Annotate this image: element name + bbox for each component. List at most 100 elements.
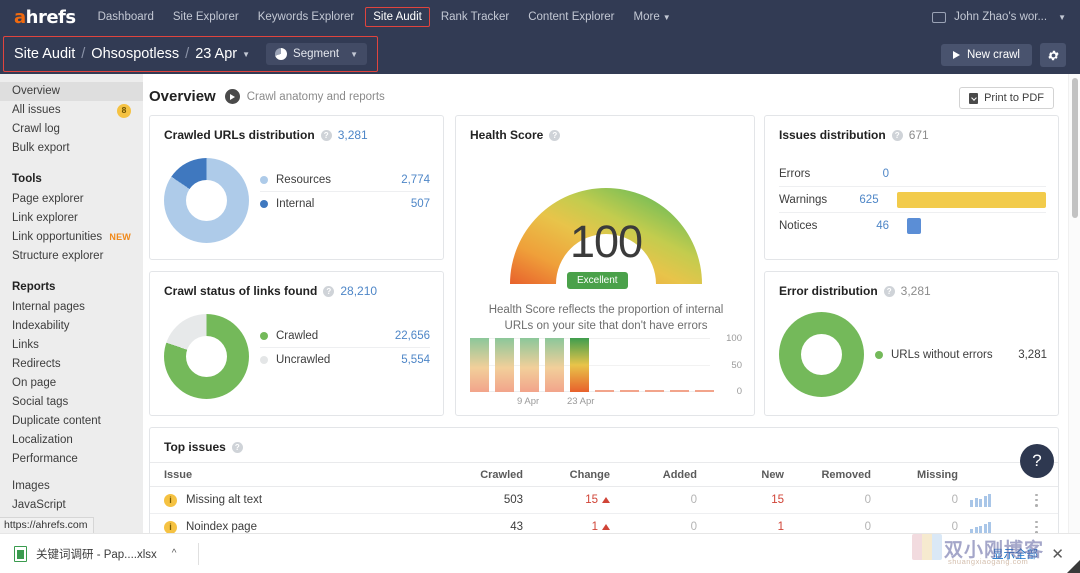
nav-item-more[interactable]: More ▼	[626, 7, 679, 27]
sidebar-item-link-opportunities[interactable]: Link opportunities NEW	[0, 228, 143, 247]
card-top-issues: Top issues ? Issue Crawled Change Added …	[149, 427, 1059, 533]
sidebar-item-duplicate-content[interactable]: Duplicate content	[0, 412, 143, 431]
sidebar-item-localization[interactable]: Localization	[0, 431, 143, 450]
sidebar-item-images[interactable]: Images	[0, 477, 143, 496]
legend-dot-urls-without-errors	[875, 351, 883, 359]
card-crawl-status: Crawl status of links found ? 28,210 Cra…	[149, 271, 444, 416]
crawl-status-title: Crawl status of links found	[164, 284, 318, 298]
nav-item-rank-tracker[interactable]: Rank Tracker	[433, 7, 517, 27]
legend-item-crawled[interactable]: Crawled 22,656	[260, 324, 430, 348]
top-issues-title-row: Top issues ?	[164, 440, 243, 454]
sidebar-item-overview[interactable]: Overview	[0, 82, 143, 101]
sidebar-item-bulk-export[interactable]: Bulk export	[0, 139, 143, 158]
health-score-description: Health Score reflects the proportion of …	[488, 304, 724, 332]
sidebar-item-crawl-log-label: Crawl log	[12, 123, 60, 135]
new-crawl-button[interactable]: New crawl	[940, 44, 1032, 66]
legend-value-resources: 2,774	[401, 173, 430, 186]
download-item[interactable]: 关键词调研 - Pap....xlsx ^	[14, 545, 177, 562]
issues-row-notices[interactable]: Notices 46	[779, 213, 1046, 239]
sidebar-item-social-tags-label: Social tags	[12, 396, 69, 408]
column-header-removed[interactable]: Removed	[784, 469, 871, 481]
legend-item-uncrawled[interactable]: Uncrawled 5,554	[260, 348, 430, 372]
help-question-icon[interactable]: ?	[891, 129, 903, 141]
sidebar-item-indexability-label: Indexability	[12, 320, 70, 332]
sidebar-item-all-issues[interactable]: All issues 8	[0, 101, 143, 120]
settings-button[interactable]	[1040, 43, 1066, 67]
sidebar-item-redirects[interactable]: Redirects	[0, 355, 143, 374]
pdf-download-icon	[969, 92, 979, 104]
sidebar-heading-reports: Reports	[12, 281, 56, 293]
column-header-added[interactable]: Added	[610, 469, 697, 481]
row-issue-cell: i Noindex page	[150, 520, 438, 533]
column-header-issue[interactable]: Issue	[150, 469, 438, 481]
help-question-icon[interactable]: ?	[883, 285, 895, 297]
row-issue-cell: i Missing alt text	[150, 493, 438, 507]
show-all-downloads-button[interactable]: 显示全部	[992, 546, 1038, 562]
column-header-change[interactable]: Change	[523, 469, 610, 481]
monitor-icon[interactable]	[932, 11, 947, 23]
column-header-new[interactable]: New	[697, 469, 784, 481]
play-video-icon[interactable]	[224, 89, 240, 104]
breadcrumb-root[interactable]: Site Audit	[14, 46, 75, 62]
breadcrumb-project[interactable]: Ohsospotless	[91, 46, 179, 62]
row-more-options-icon[interactable]	[1035, 493, 1038, 507]
vertical-scrollbar[interactable]	[1068, 74, 1080, 533]
table-row[interactable]: i Missing alt text 503 15 0 15 0 0	[150, 487, 1058, 514]
health-chart-ytick-50: 50	[731, 360, 742, 371]
sidebar-item-crawl-log[interactable]: Crawl log	[0, 120, 143, 139]
sidebar: Overview All issues 8 Crawl log Bulk exp…	[0, 74, 143, 533]
nav-item-content-explorer[interactable]: Content Explorer	[520, 7, 622, 27]
sidebar-item-social-tags[interactable]: Social tags	[0, 393, 143, 412]
print-to-pdf-button[interactable]: Print to PDF	[959, 87, 1054, 109]
ahrefs-logo[interactable]: ahrefs	[14, 7, 76, 28]
breadcrumb-date-chevron-down-icon[interactable]: ▼	[242, 50, 250, 59]
breadcrumb-date[interactable]: 23 Apr	[195, 46, 237, 62]
nav-item-site-audit[interactable]: Site Audit	[365, 7, 430, 27]
sidebar-item-page-explorer[interactable]: Page explorer	[0, 190, 143, 209]
table-row[interactable]: i Noindex page 43 1 0 1 0 0	[150, 514, 1058, 533]
segment-button[interactable]: Segment ▼	[266, 43, 367, 65]
sidebar-item-links[interactable]: Links	[0, 336, 143, 355]
column-header-crawled[interactable]: Crawled	[438, 469, 523, 481]
health-score-history-chart: 100 50 0 9 Apr 23 Apr	[470, 333, 742, 407]
issues-bar-warnings	[896, 191, 1046, 208]
legend-item-resources[interactable]: Resources 2,774	[260, 168, 430, 192]
sidebar-item-internal-pages[interactable]: Internal pages	[0, 298, 143, 317]
sidebar-item-structure-explorer[interactable]: Structure explorer	[0, 247, 143, 266]
legend-item-internal[interactable]: Internal 507	[260, 192, 430, 216]
help-question-icon[interactable]: ?	[231, 441, 243, 453]
sidebar-item-link-explorer[interactable]: Link explorer	[0, 209, 143, 228]
workspace-label[interactable]: John Zhao's wor...	[954, 11, 1047, 23]
nav-item-dashboard[interactable]: Dashboard	[90, 7, 162, 27]
row-crawled-value: 503	[503, 494, 523, 506]
row-crawled-value: 43	[510, 521, 523, 533]
help-question-icon[interactable]: ?	[323, 285, 335, 297]
row-more-options-icon[interactable]	[1035, 520, 1038, 533]
sidebar-item-javascript[interactable]: JavaScript	[0, 496, 143, 515]
close-download-bar-button[interactable]: ✕	[1051, 545, 1064, 563]
legend-item-urls-without-errors[interactable]: URLs without errors 3,281	[875, 343, 1047, 367]
help-question-icon[interactable]: ?	[320, 129, 332, 141]
crawl-status-title-row: Crawl status of links found ? 28,210	[164, 284, 377, 298]
sidebar-item-indexability[interactable]: Indexability	[0, 317, 143, 336]
chevron-up-icon[interactable]: ^	[172, 548, 177, 559]
column-header-missing[interactable]: Missing	[871, 469, 958, 481]
sidebar-item-performance[interactable]: Performance	[0, 450, 143, 469]
help-question-icon[interactable]: ?	[549, 129, 561, 141]
warning-icon: i	[164, 493, 177, 507]
sidebar-item-on-page[interactable]: On page	[0, 374, 143, 393]
scrollbar-thumb[interactable]	[1072, 78, 1078, 218]
nav-item-keywords-explorer[interactable]: Keywords Explorer	[250, 7, 363, 27]
issues-row-errors[interactable]: Errors 0	[779, 161, 1046, 187]
row-change-cell: 1	[523, 521, 610, 533]
workspace-chevron-down-icon[interactable]: ▼	[1058, 13, 1066, 22]
issues-row-warnings[interactable]: Warnings 625	[779, 187, 1046, 213]
sidebar-item-overview-label: Overview	[12, 85, 60, 97]
legend-label-crawled: Crawled	[276, 329, 319, 342]
all-issues-badge: 8	[117, 103, 131, 118]
nav-item-site-explorer[interactable]: Site Explorer	[165, 7, 247, 27]
help-button[interactable]: ?	[1020, 444, 1054, 478]
legend-value-crawled: 22,656	[394, 329, 430, 342]
issues-value-warnings: 625	[859, 193, 879, 206]
table-header-row: Issue Crawled Change Added New Removed M…	[150, 462, 1058, 487]
